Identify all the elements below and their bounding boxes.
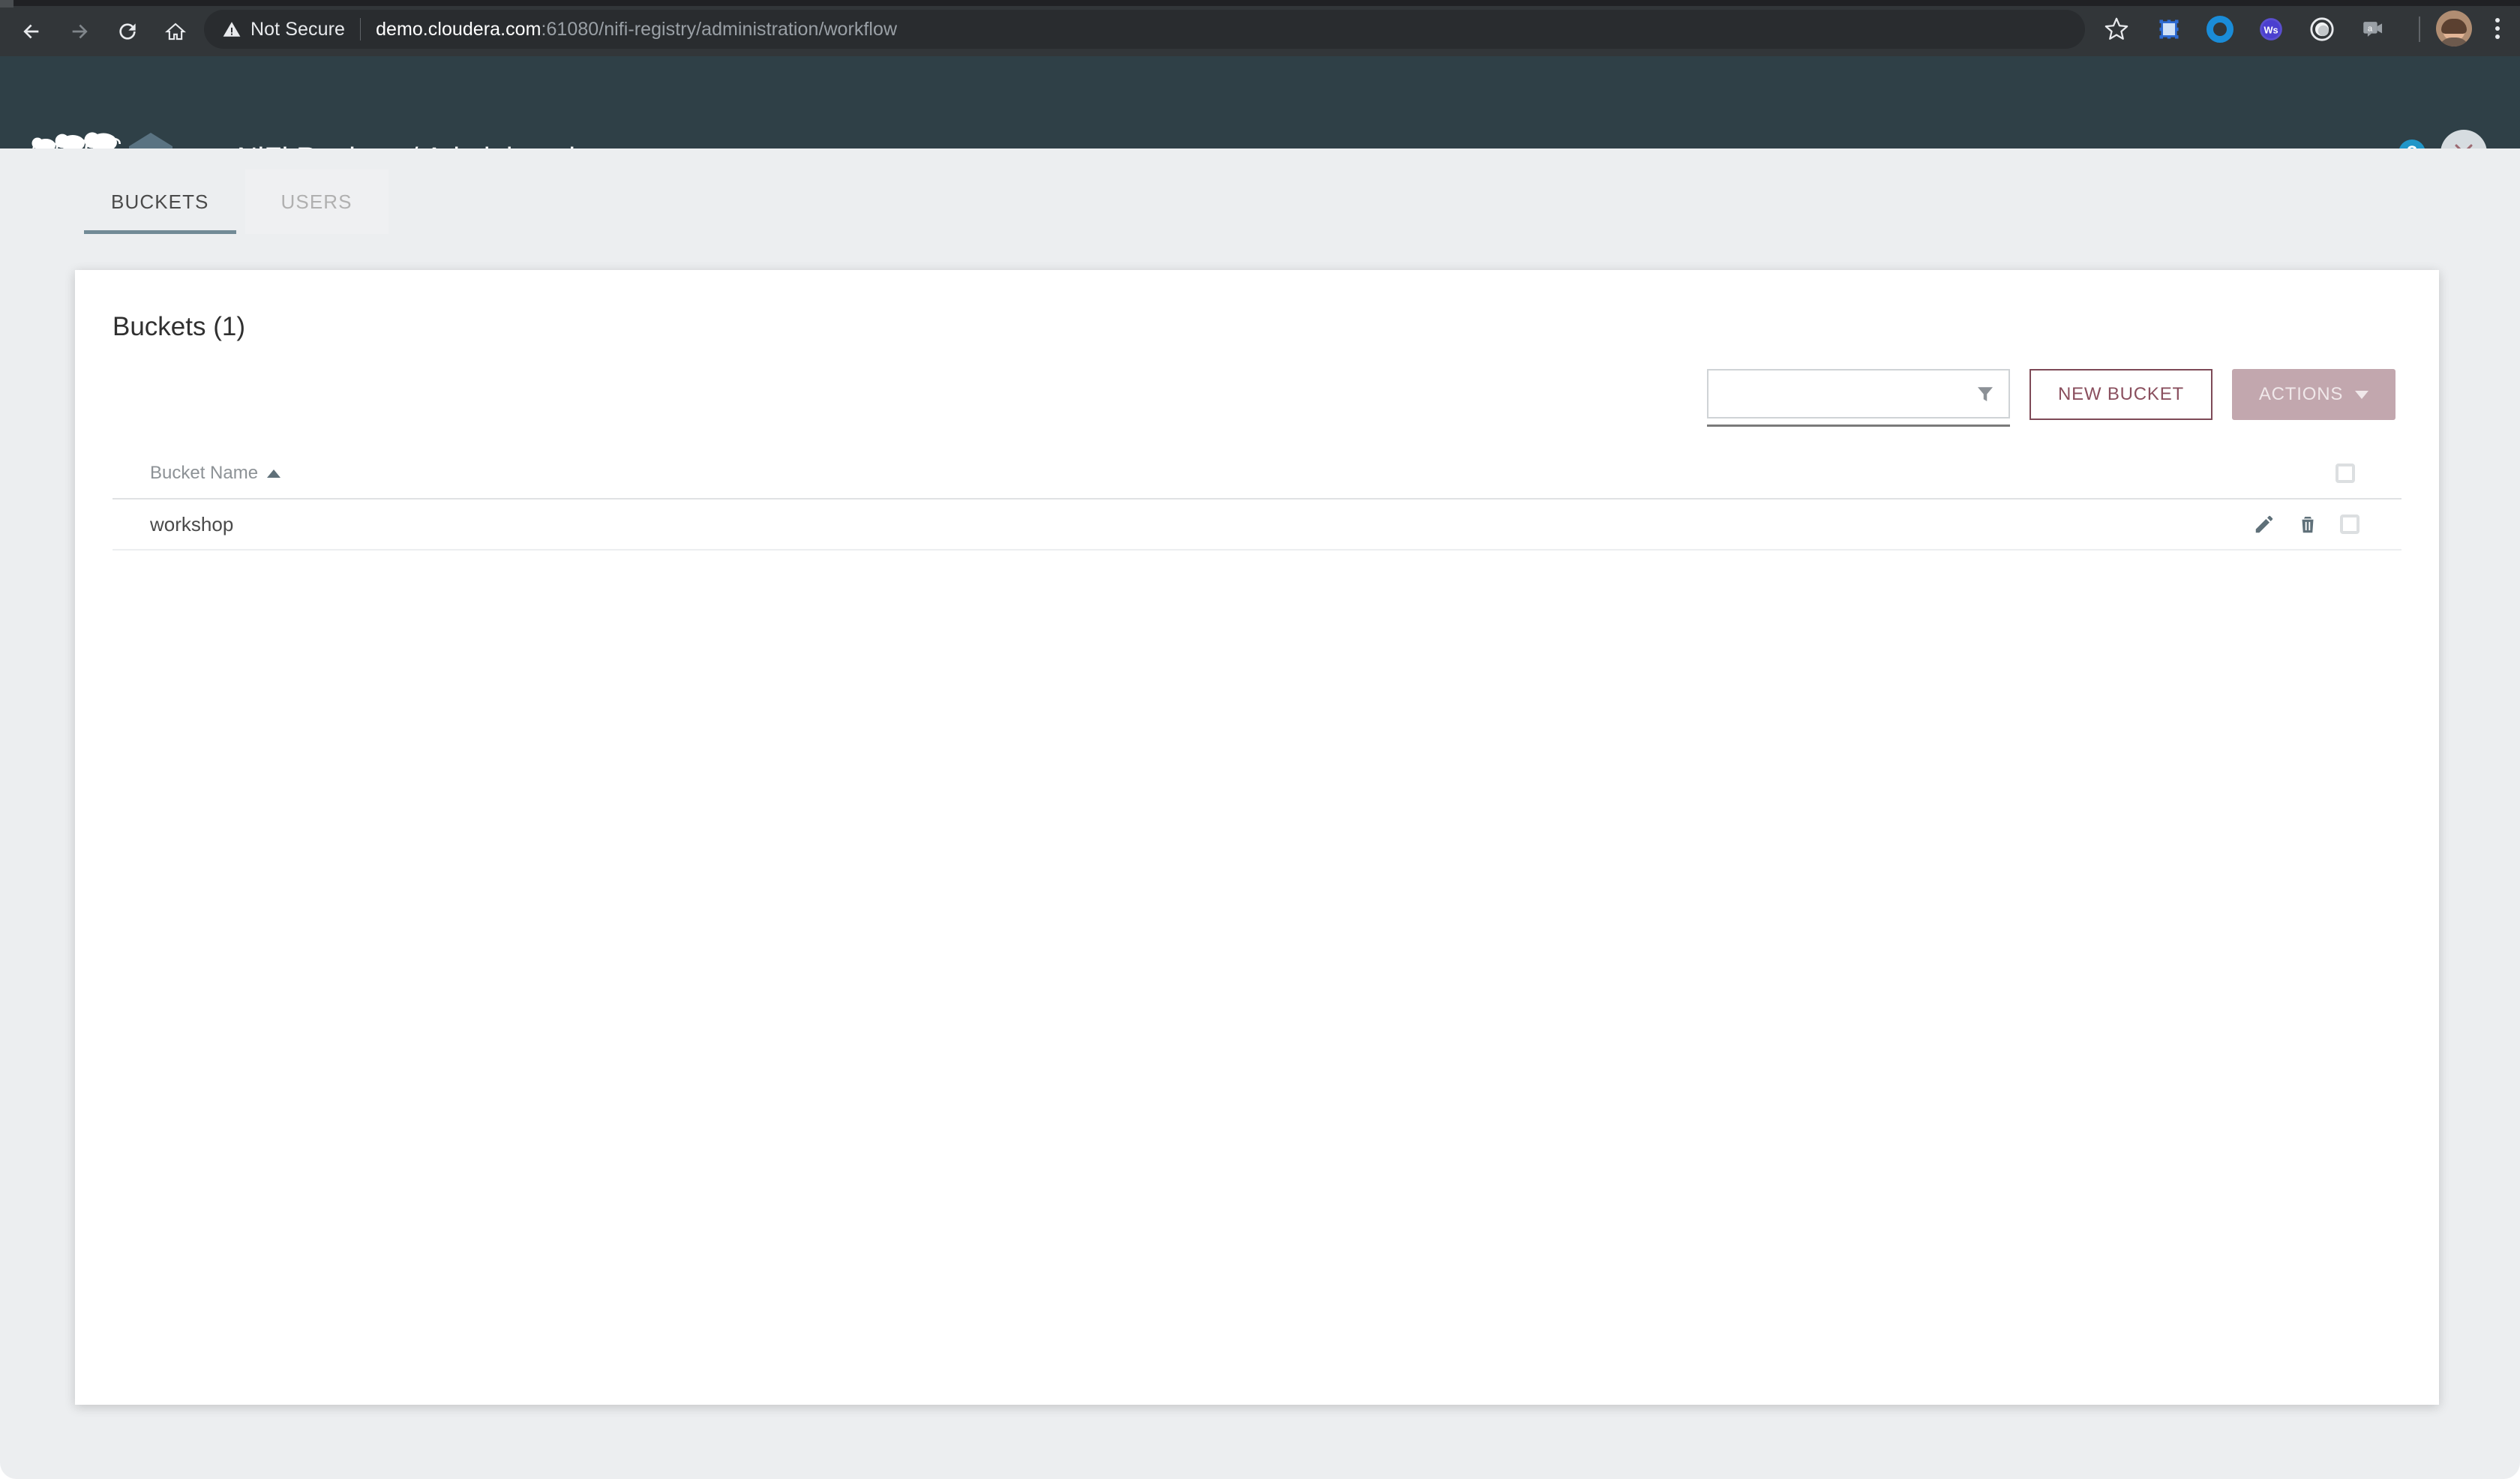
new-bucket-button[interactable]: NEW BUCKET bbox=[2030, 369, 2212, 420]
admin-tabs: BUCKETS USERS bbox=[75, 170, 388, 234]
browser-menu-button[interactable] bbox=[2481, 10, 2514, 46]
security-status-chip[interactable]: Not Secure bbox=[222, 19, 360, 40]
chevron-down-icon bbox=[2355, 391, 2368, 399]
omnibox[interactable]: Not Secure demo.cloudera.com:61080/nifi-… bbox=[204, 10, 2085, 49]
funnel-icon[interactable] bbox=[1974, 382, 1996, 405]
reload-button[interactable] bbox=[104, 8, 152, 56]
buckets-table: Bucket Name workshop bbox=[112, 448, 2402, 550]
svg-text:a: a bbox=[2368, 24, 2373, 33]
star-icon bbox=[2104, 16, 2129, 42]
bucket-name-cell: workshop bbox=[150, 513, 233, 536]
ring-extension-icon[interactable] bbox=[2205, 14, 2235, 44]
back-arrow-icon bbox=[20, 20, 44, 44]
browser-tabstrip-edge bbox=[0, 0, 2520, 6]
select-all-checkbox[interactable] bbox=[2336, 464, 2355, 483]
ring-icon bbox=[2206, 16, 2234, 43]
menu-dot bbox=[2495, 34, 2500, 39]
chat-extension-icon[interactable]: a bbox=[2358, 14, 2388, 44]
browser-extensions-area: Ws a bbox=[2154, 10, 2388, 48]
row-select-checkbox[interactable] bbox=[2340, 514, 2360, 534]
avatar-shoulders bbox=[2438, 38, 2470, 46]
tab-buckets-label: BUCKETS bbox=[111, 190, 209, 214]
buckets-heading: Buckets (1) bbox=[112, 312, 245, 342]
tab-users[interactable]: USERS bbox=[245, 170, 388, 234]
home-button[interactable] bbox=[152, 8, 200, 56]
avatar-hair bbox=[2441, 19, 2467, 34]
selection-tool-extension-icon[interactable] bbox=[2154, 14, 2184, 44]
filter-underline bbox=[1707, 424, 2010, 427]
forward-button[interactable] bbox=[56, 8, 104, 56]
filter-field-wrapper bbox=[1707, 369, 2010, 418]
browser-chrome: Not Secure demo.cloudera.com:61080/nifi-… bbox=[0, 0, 2520, 56]
browser-nav-controls bbox=[8, 6, 200, 56]
actions-button[interactable]: ACTIONS bbox=[2232, 369, 2396, 420]
ws-extension-icon[interactable]: Ws bbox=[2256, 14, 2286, 44]
select-all-checkbox-cell bbox=[2336, 464, 2355, 483]
column-header-bucket-name[interactable]: Bucket Name bbox=[150, 463, 280, 484]
svg-text:Ws: Ws bbox=[2264, 25, 2278, 36]
pencil-icon bbox=[2253, 513, 2276, 536]
circle-disc-icon bbox=[2309, 16, 2335, 42]
chat-bubble-icon: a bbox=[2360, 16, 2386, 42]
omnibox-divider bbox=[360, 18, 361, 40]
home-icon bbox=[164, 20, 187, 43]
url-path: :61080/nifi-registry/administration/work… bbox=[541, 19, 897, 40]
filter-box[interactable] bbox=[1707, 369, 2010, 418]
new-bucket-label: NEW BUCKET bbox=[2058, 384, 2184, 405]
tab-buckets[interactable]: BUCKETS bbox=[75, 170, 245, 234]
url-domain: demo.cloudera.com bbox=[376, 19, 541, 40]
actions-label: ACTIONS bbox=[2259, 384, 2343, 405]
toolbar-divider bbox=[2419, 16, 2420, 42]
menu-dot bbox=[2495, 18, 2500, 22]
delete-bucket-button[interactable] bbox=[2296, 513, 2319, 536]
table-row[interactable]: workshop bbox=[112, 500, 2402, 550]
forward-arrow-icon bbox=[68, 20, 92, 44]
buckets-toolbar: NEW BUCKET ACTIONS bbox=[1707, 369, 2396, 420]
tab-users-label: USERS bbox=[281, 190, 352, 214]
circle-extension-icon[interactable] bbox=[2307, 14, 2337, 44]
buckets-card: Buckets (1) NEW BUCKET ACTIONS bbox=[75, 270, 2439, 1405]
sort-ascending-icon bbox=[267, 470, 280, 478]
bookmark-star-button[interactable] bbox=[2098, 11, 2134, 47]
page-body: BUCKETS USERS Buckets (1) NEW BUCKET bbox=[0, 148, 2520, 1479]
reload-icon bbox=[116, 20, 140, 44]
trash-icon bbox=[2296, 513, 2319, 536]
url-text[interactable]: demo.cloudera.com:61080/nifi-registry/ad… bbox=[376, 19, 897, 40]
back-button[interactable] bbox=[8, 8, 56, 56]
column-header-label: Bucket Name bbox=[150, 463, 258, 484]
ws-badge-icon: Ws bbox=[2258, 16, 2284, 42]
selection-square-icon bbox=[2157, 17, 2181, 41]
security-status-label: Not Secure bbox=[250, 19, 345, 40]
filter-input[interactable] bbox=[1720, 383, 1974, 404]
menu-dot bbox=[2495, 26, 2500, 31]
app-header: HORTONWORKS® DATAFLOW HDF™ NiFi Registry… bbox=[0, 56, 2520, 148]
table-header-row: Bucket Name bbox=[112, 448, 2402, 500]
avatar[interactable] bbox=[2436, 10, 2472, 46]
edit-bucket-button[interactable] bbox=[2253, 513, 2276, 536]
warning-triangle-icon bbox=[222, 20, 242, 39]
row-actions bbox=[2253, 513, 2360, 536]
